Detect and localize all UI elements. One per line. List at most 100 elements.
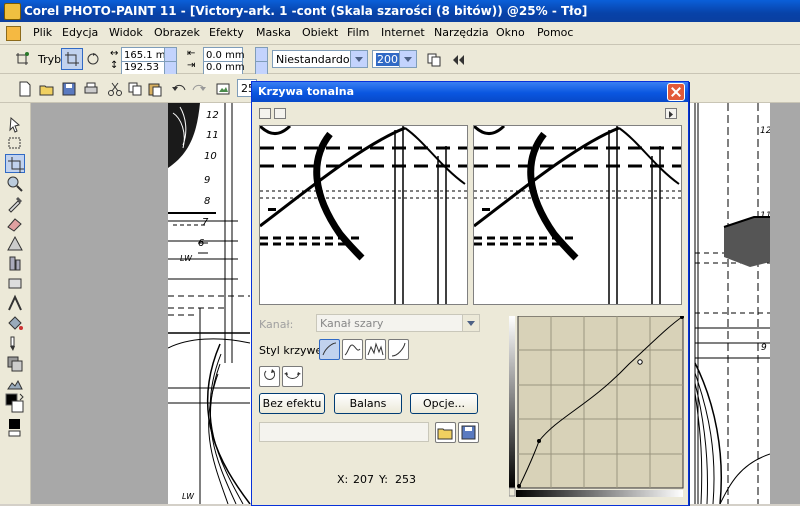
rewind-icon[interactable] <box>447 49 469 71</box>
window-titlebar: Corel PHOTO-PAINT 11 - [Victory-ark. 1 -… <box>0 0 800 22</box>
menu-film[interactable]: Film <box>347 26 369 39</box>
chevron-down-icon[interactable] <box>350 51 367 67</box>
color-swap-icon[interactable] <box>5 393 25 413</box>
height-field[interactable]: 192.53 <box>121 61 165 75</box>
x-value: 207 <box>353 473 374 486</box>
preview-toggle-icon[interactable] <box>259 108 271 119</box>
balance-button[interactable]: Balans <box>334 393 402 414</box>
zoom-value: 200 <box>376 53 399 66</box>
row-number: 12 <box>206 110 219 121</box>
zoom-tool-icon[interactable] <box>5 174 25 193</box>
menu-narzedzia[interactable]: Narzędzia <box>434 26 489 39</box>
menu-obiekt[interactable]: Obiekt <box>302 26 338 39</box>
offset-y-field[interactable]: 0.0 mm <box>203 61 245 75</box>
row-number: 7 <box>202 217 209 228</box>
crop-tool-icon[interactable] <box>5 154 25 173</box>
right-number: 11 <box>760 211 770 221</box>
rotate-icon[interactable] <box>82 48 104 70</box>
row-number: 10 <box>204 151 217 162</box>
tone-curve-dialog: Krzywa tonalna Kanał: Kanał szary Styl k… <box>251 81 689 506</box>
mask-tool-icon[interactable] <box>5 134 25 153</box>
no-effect-button[interactable]: Bez efektu <box>259 393 325 414</box>
import-icon[interactable] <box>212 78 234 100</box>
menu-widok[interactable]: Widok <box>109 26 143 39</box>
height-spinner[interactable] <box>164 61 177 75</box>
paper-color-icon[interactable] <box>5 418 25 437</box>
result-preview[interactable] <box>473 125 682 305</box>
redo-icon[interactable] <box>188 78 210 100</box>
document-menu-icon[interactable] <box>6 26 21 41</box>
effect-tool-icon[interactable] <box>5 354 25 373</box>
app-icon[interactable] <box>4 3 21 20</box>
offset-y-spinner[interactable] <box>255 61 268 75</box>
mode-label: Tryb <box>38 53 62 66</box>
fill-tool-icon[interactable] <box>5 314 25 333</box>
right-number: 12 <box>760 126 770 136</box>
split-preview-icon[interactable] <box>274 108 286 119</box>
menu-internet[interactable]: Internet <box>381 26 425 39</box>
toolbox <box>0 103 31 504</box>
menu-edycja[interactable]: Edycja <box>62 26 98 39</box>
curve-style-curve-icon[interactable] <box>342 339 363 360</box>
new-document-icon[interactable] <box>14 78 36 100</box>
open-preset-icon[interactable] <box>435 422 456 443</box>
resample-mode-select[interactable]: Niestandardowa <box>272 50 368 68</box>
print-icon[interactable] <box>80 78 102 100</box>
rectangle-tool-icon[interactable] <box>5 274 25 293</box>
tone-curve-graph[interactable] <box>508 315 684 499</box>
chevron-down-icon[interactable] <box>399 51 416 67</box>
offset-x-icon: ⇤ <box>187 48 196 59</box>
property-bar: Tryb ↔ ↕ 165.1 m 192.53 ⇤ ⇥ 0.0 mm 0.0 m… <box>0 45 800 75</box>
invert-curve-icon[interactable] <box>259 366 280 387</box>
curve-style-smooth-icon[interactable] <box>319 339 340 360</box>
redeye-tool-icon[interactable] <box>5 234 25 253</box>
clone-tool-icon[interactable] <box>5 254 25 273</box>
channel-select[interactable]: Kanał szary <box>316 314 480 332</box>
menu-obrazek[interactable]: Obrazek <box>154 26 200 39</box>
curve-node[interactable] <box>517 484 521 488</box>
pick-tool-icon[interactable] <box>5 115 25 134</box>
zoom-select[interactable]: 200 <box>372 50 417 68</box>
open-icon[interactable] <box>36 78 58 100</box>
y-label: Y: <box>379 473 388 486</box>
copy-icon[interactable] <box>423 49 445 71</box>
chevron-down-icon[interactable] <box>462 315 479 331</box>
eraser-tool-icon[interactable] <box>5 214 25 233</box>
original-preview[interactable] <box>259 125 468 305</box>
row-number: 8 <box>204 196 210 207</box>
preset-field[interactable] <box>259 422 429 442</box>
curve-style-linear-icon[interactable] <box>388 339 409 360</box>
curve-node-selected[interactable] <box>637 359 643 365</box>
row-number: 9 <box>204 175 210 186</box>
expand-arrow-icon[interactable] <box>665 108 677 119</box>
row-number: 11 <box>206 130 219 141</box>
brush-tool-icon[interactable] <box>5 334 25 353</box>
cut-icon[interactable] <box>104 78 126 100</box>
crop-options-icon[interactable] <box>12 48 34 70</box>
paste-icon[interactable] <box>144 78 166 100</box>
close-icon[interactable] <box>667 83 685 101</box>
waterline-label: LW <box>182 492 195 501</box>
height-arrow-icon: ↕ <box>110 60 119 71</box>
curve-node[interactable] <box>537 439 541 443</box>
image-sprayer-icon[interactable] <box>5 374 25 393</box>
menu-maska[interactable]: Maska <box>256 26 291 39</box>
menu-plik[interactable]: Plik <box>33 26 52 39</box>
menu-pomoc[interactable]: Pomoc <box>537 26 573 39</box>
x-label: X: <box>337 473 349 486</box>
save-icon[interactable] <box>58 78 80 100</box>
menu-bar: Plik Edycja Widok Obrazek Efekty Maska O… <box>0 22 800 45</box>
crop-mode-icon[interactable] <box>61 48 83 70</box>
undo-icon[interactable] <box>168 78 190 100</box>
copy-icon[interactable] <box>124 78 146 100</box>
eyedropper-tool-icon[interactable] <box>5 194 25 213</box>
mirror-curve-icon[interactable] <box>282 366 303 387</box>
options-button[interactable]: Opcje... <box>410 393 478 414</box>
dialog-titlebar: Krzywa tonalna <box>252 82 688 102</box>
offset-y-icon: ⇥ <box>187 60 196 71</box>
menu-okno[interactable]: Okno <box>496 26 525 39</box>
text-tool-icon[interactable] <box>5 294 25 313</box>
curve-style-freehand-icon[interactable] <box>365 339 386 360</box>
save-preset-icon[interactable] <box>458 422 479 443</box>
menu-efekty[interactable]: Efekty <box>209 26 244 39</box>
